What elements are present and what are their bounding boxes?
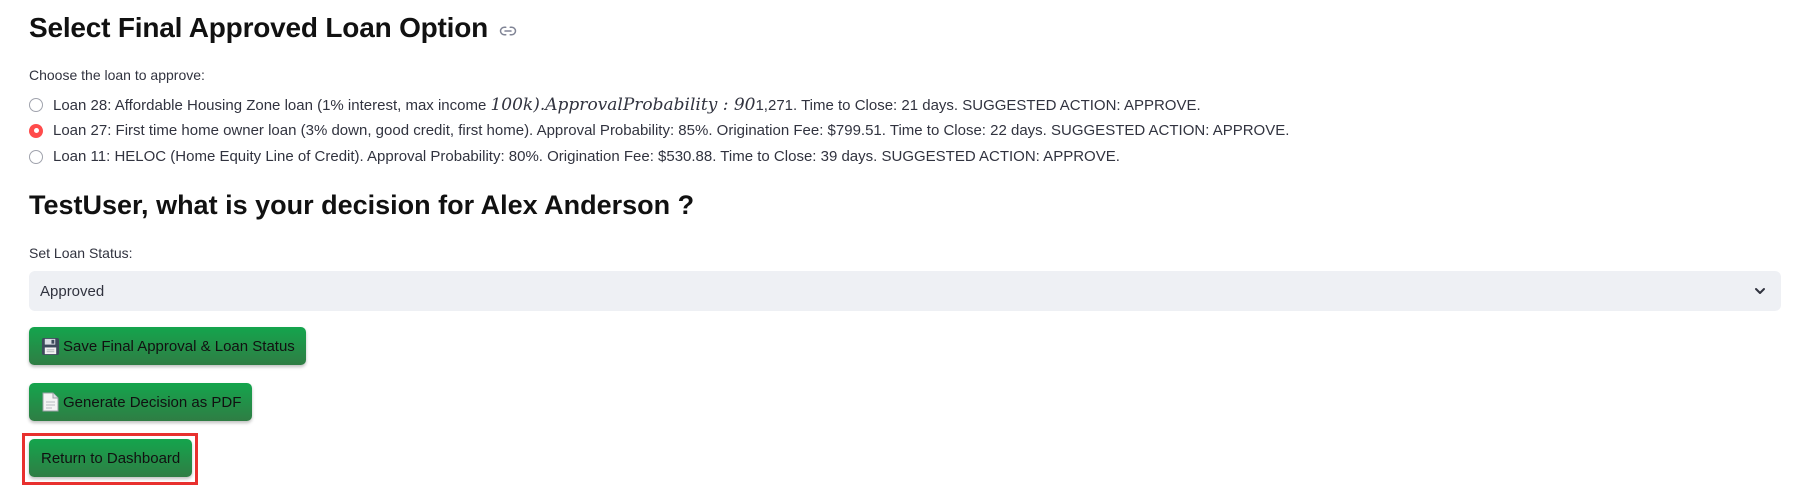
radio-option-loan-11[interactable]: Loan 11: HELOC (Home Equity Line of Cred…	[29, 146, 1289, 167]
save-final-approval-button[interactable]: Save Final Approval & Loan Status	[29, 327, 306, 365]
loan-status-select[interactable]: Approved	[29, 271, 1781, 311]
radio-option-loan-28[interactable]: Loan 28: Affordable Housing Zone loan (1…	[29, 94, 1289, 115]
decision-heading: TestUser, what is your decision for Alex…	[29, 190, 695, 220]
radio-option-label: Loan 28: Affordable Housing Zone loan (1…	[53, 94, 1201, 115]
chevron-down-icon	[1753, 284, 1767, 298]
save-button-label: Save Final Approval & Loan Status	[63, 337, 295, 355]
radio-button[interactable]	[29, 97, 43, 112]
section-title-row: Select Final Approved Loan Option	[29, 12, 518, 44]
page: Select Final Approved Loan Option Choose…	[0, 0, 1810, 500]
radio-button[interactable]	[29, 149, 43, 164]
radio-option-math-text: 100k).ApprovalProbability : 90	[490, 94, 756, 115]
radio-button-selected[interactable]	[29, 123, 43, 138]
pdf-button-label: Generate Decision as PDF	[63, 393, 242, 411]
radio-option-loan-27[interactable]: Loan 27: First time home owner loan (3% …	[29, 120, 1289, 141]
return-to-dashboard-button[interactable]: Return to Dashboard	[29, 439, 193, 477]
loan-status-selected-value: Approved	[40, 282, 105, 300]
link-icon[interactable]	[498, 21, 518, 41]
section-title: Select Final Approved Loan Option	[29, 12, 489, 43]
loan-radio-group: Loan 28: Affordable Housing Zone loan (1…	[29, 94, 1289, 167]
dashboard-button-label: Return to Dashboard	[41, 449, 181, 467]
loan-choice-label: Choose the loan to approve:	[29, 67, 205, 83]
radio-option-label: Loan 27: First time home owner loan (3% …	[53, 122, 1290, 139]
floppy-disk-icon	[40, 336, 60, 356]
generate-pdf-button[interactable]: Generate Decision as PDF	[29, 383, 253, 421]
document-icon	[40, 392, 60, 412]
radio-option-label: Loan 11: HELOC (Home Equity Line of Cred…	[53, 148, 1120, 165]
loan-status-label: Set Loan Status:	[29, 245, 133, 261]
